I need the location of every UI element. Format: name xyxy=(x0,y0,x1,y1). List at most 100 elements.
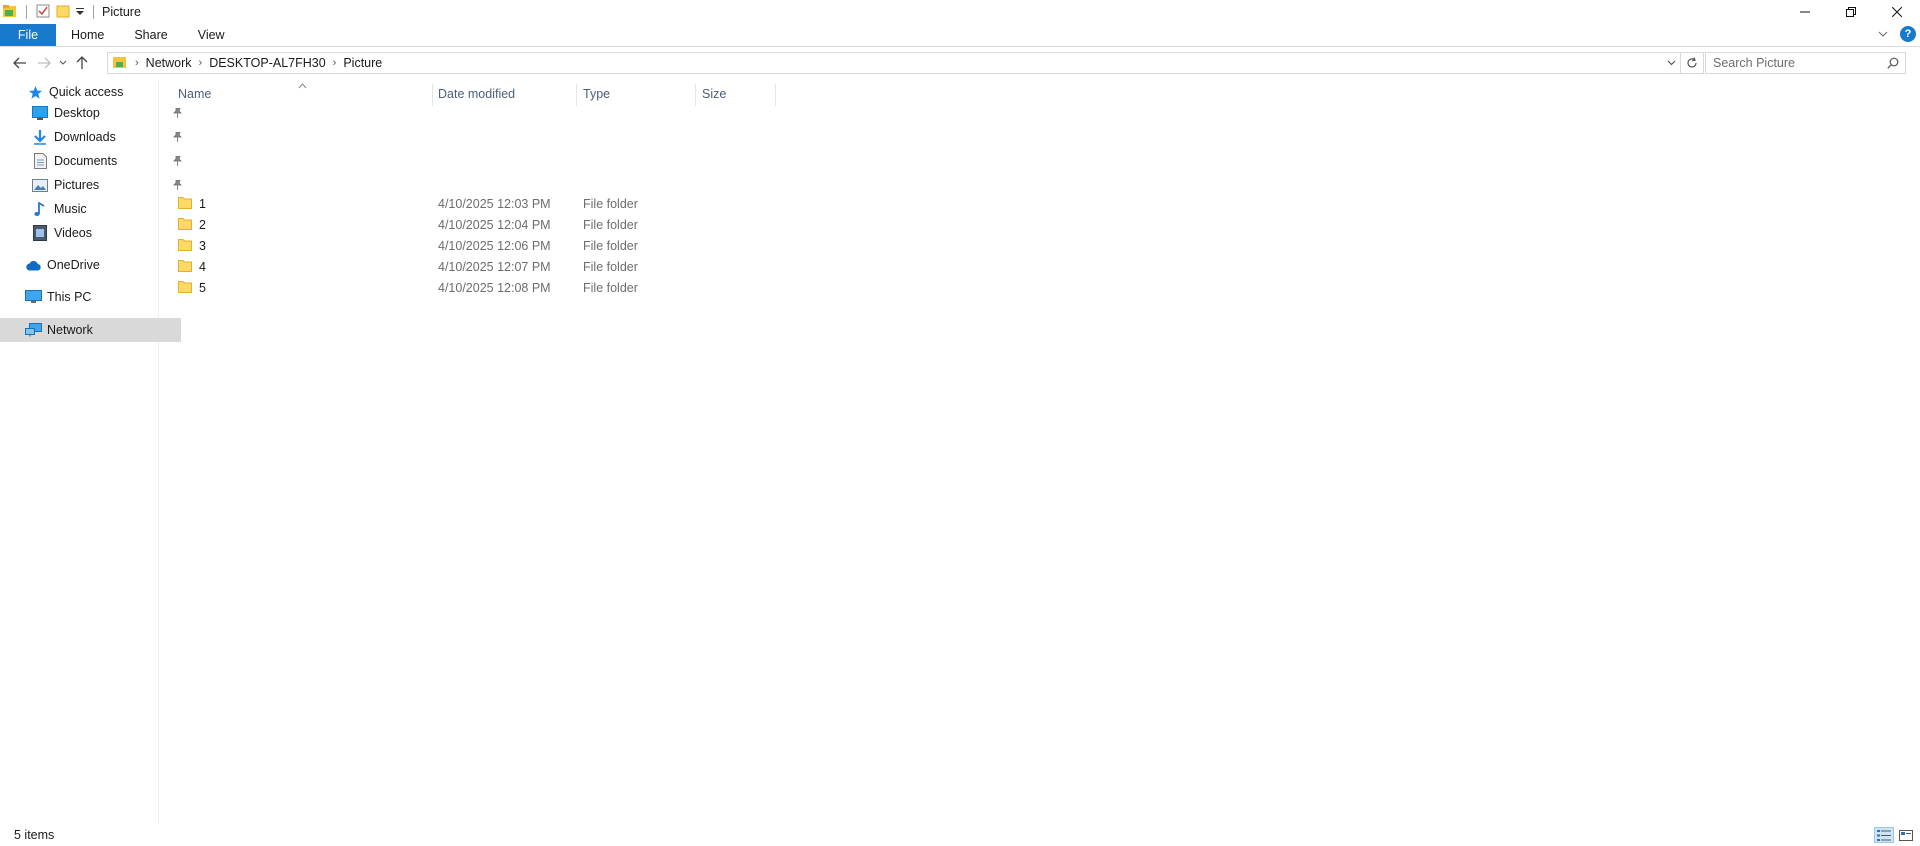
customize-toolbar-icon[interactable] xyxy=(75,5,85,19)
file-name: 3 xyxy=(199,238,206,253)
app-folder-icon[interactable] xyxy=(2,3,18,22)
toolbar-divider xyxy=(26,5,27,19)
sidebar-item-label: OneDrive xyxy=(47,258,100,272)
breadcrumb-computer[interactable]: DESKTOP-AL7FH30 xyxy=(209,56,325,70)
network-folder-icon xyxy=(112,54,128,73)
column-divider[interactable] xyxy=(695,84,696,106)
new-folder-icon[interactable] xyxy=(55,3,71,22)
sidebar-item-label: Pictures xyxy=(54,178,100,192)
back-button[interactable] xyxy=(8,51,32,75)
refresh-icon[interactable] xyxy=(1681,53,1703,73)
restore-button[interactable] xyxy=(1828,0,1874,24)
sidebar-item-label: Videos xyxy=(54,226,92,240)
breadcrumb-separator[interactable]: › xyxy=(199,57,203,69)
status-bar: 5 items xyxy=(0,824,1920,846)
window-controls xyxy=(1782,0,1920,24)
navigation-bar: › Network › DESKTOP-AL7FH30 › Picture Se… xyxy=(0,46,1920,80)
breadcrumb-network[interactable]: Network xyxy=(146,56,192,70)
folder-icon xyxy=(178,237,192,254)
folder-icon xyxy=(178,279,192,296)
breadcrumb-separator[interactable]: › xyxy=(333,57,337,69)
file-type: File folder xyxy=(583,238,638,253)
file-row[interactable]: 3 4/10/2025 12:06 PM File folder xyxy=(159,235,779,256)
file-date: 4/10/2025 12:07 PM xyxy=(438,259,551,274)
column-header-size[interactable]: Size xyxy=(702,80,772,108)
sidebar-item-label: Downloads xyxy=(54,130,116,144)
title-bar: Picture xyxy=(0,0,1920,24)
column-divider[interactable] xyxy=(576,84,577,106)
column-divider[interactable] xyxy=(775,84,776,106)
file-row[interactable]: 4 4/10/2025 12:07 PM File folder xyxy=(159,256,779,277)
breadcrumb-picture[interactable]: Picture xyxy=(343,56,382,70)
toolbar-divider xyxy=(93,5,94,19)
sidebar-item-onedrive[interactable]: OneDrive xyxy=(0,253,181,277)
quick-access-toolbar xyxy=(0,0,98,24)
search-placeholder: Search Picture xyxy=(1713,56,1795,70)
large-icons-view-button[interactable] xyxy=(1896,827,1916,843)
breadcrumb-separator[interactable]: › xyxy=(135,57,139,69)
desktop-icon xyxy=(31,105,49,121)
music-icon xyxy=(31,201,49,217)
sidebar-item-label: Quick access xyxy=(49,85,124,99)
file-type: File folder xyxy=(583,196,638,211)
address-dropdown-button[interactable] xyxy=(1662,53,1681,73)
file-type: File folder xyxy=(583,217,638,232)
folder-icon xyxy=(178,258,192,275)
properties-icon[interactable] xyxy=(35,3,51,22)
file-row[interactable]: 2 4/10/2025 12:04 PM File folder xyxy=(159,214,779,235)
item-count: 5 items xyxy=(14,828,55,842)
up-button[interactable] xyxy=(70,51,94,75)
folder-icon xyxy=(178,216,192,233)
file-date: 4/10/2025 12:06 PM xyxy=(438,238,551,253)
window-title: Picture xyxy=(102,5,141,19)
file-type: File folder xyxy=(583,259,638,274)
column-header-type[interactable]: Type xyxy=(583,80,693,108)
sidebar-item-label: This PC xyxy=(47,290,92,304)
star-icon xyxy=(26,84,44,100)
sidebar-item-label: Documents xyxy=(54,154,118,168)
column-header-date[interactable]: Date modified xyxy=(438,80,568,108)
navigation-pane: Quick access Desktop Downloads Documents xyxy=(0,80,182,824)
sidebar-item-label: Network xyxy=(47,323,93,337)
column-divider[interactable] xyxy=(432,84,433,106)
tab-home[interactable]: Home xyxy=(56,24,119,46)
cloud-icon xyxy=(24,257,42,273)
tab-file[interactable]: File xyxy=(0,24,56,46)
expand-ribbon-icon[interactable] xyxy=(1878,27,1888,41)
computer-icon xyxy=(24,289,42,305)
file-date: 4/10/2025 12:08 PM xyxy=(438,280,551,295)
sidebar-item-label: Music xyxy=(54,202,87,216)
file-date: 4/10/2025 12:03 PM xyxy=(438,196,551,211)
file-list: Name Date modified Type Size 1 4/10/2025… xyxy=(159,80,1920,824)
file-name: 4 xyxy=(199,259,206,274)
file-row[interactable]: 5 4/10/2025 12:08 PM File folder xyxy=(159,277,779,298)
file-name: 2 xyxy=(199,217,206,232)
tab-view[interactable]: View xyxy=(183,24,240,46)
minimize-button[interactable] xyxy=(1782,0,1828,24)
search-icon[interactable] xyxy=(1887,57,1899,72)
sidebar-item-this-pc[interactable]: This PC xyxy=(0,285,181,309)
ribbon-tabs: File Home Share View ? xyxy=(0,24,1920,47)
document-icon xyxy=(31,153,49,169)
column-header-name[interactable]: Name xyxy=(178,80,418,108)
tab-share[interactable]: Share xyxy=(119,24,182,46)
recent-locations-button[interactable] xyxy=(56,51,70,75)
pictures-icon xyxy=(31,177,49,193)
file-row[interactable]: 1 4/10/2025 12:03 PM File folder xyxy=(159,193,779,214)
search-input[interactable]: Search Picture xyxy=(1705,52,1906,74)
folder-icon xyxy=(178,195,192,212)
file-type: File folder xyxy=(583,280,638,295)
forward-button[interactable] xyxy=(32,51,56,75)
video-icon xyxy=(31,225,49,241)
address-bar[interactable]: › Network › DESKTOP-AL7FH30 › Picture xyxy=(107,52,1704,74)
view-switcher xyxy=(1874,827,1916,843)
network-icon xyxy=(24,322,42,338)
help-icon[interactable]: ? xyxy=(1900,26,1916,42)
close-button[interactable] xyxy=(1874,0,1920,24)
download-icon xyxy=(31,129,49,145)
file-date: 4/10/2025 12:04 PM xyxy=(438,217,551,232)
details-view-button[interactable] xyxy=(1874,827,1894,843)
ribbon-right-controls: ? xyxy=(1878,26,1916,42)
file-name: 1 xyxy=(199,196,206,211)
sidebar-item-network[interactable]: Network xyxy=(0,318,181,342)
